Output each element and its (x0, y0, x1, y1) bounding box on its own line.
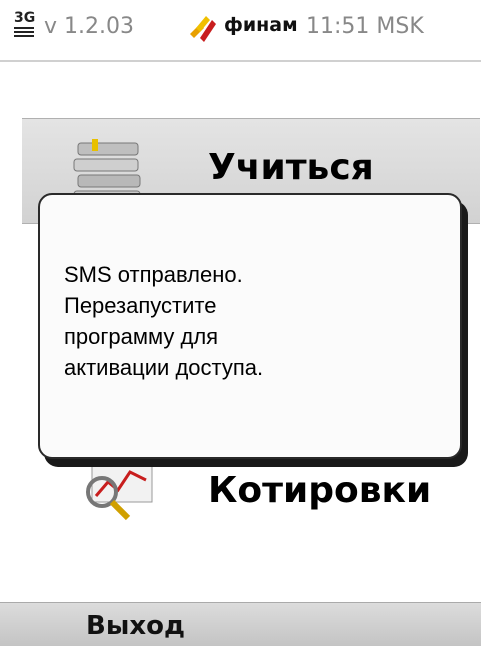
network-3g-icon: 3G (12, 10, 42, 50)
exit-button[interactable]: Выход (86, 611, 185, 641)
brand-name: финам (224, 14, 298, 36)
menu-item-label: Учиться (208, 147, 374, 188)
signal-bar (14, 35, 34, 37)
quotes-chart-icon (86, 461, 153, 521)
clock: 11:51 MSK (306, 14, 424, 39)
signal-bar (14, 31, 34, 33)
softkey-bar: Выход (0, 602, 481, 646)
notification-dialog: SMS отправлено. Перезапустите программу … (38, 193, 462, 459)
finam-flame-icon (190, 16, 216, 42)
network-label: 3G (14, 10, 36, 26)
app-version: v 1.2.03 (44, 14, 134, 39)
menu-item-label: Котировки (208, 470, 432, 511)
status-bar: 3G v 1.2.03 финам 11:51 MSK (0, 0, 481, 62)
dialog-message: SMS отправлено. Перезапустите программу … (64, 262, 264, 380)
signal-bar (14, 27, 34, 29)
